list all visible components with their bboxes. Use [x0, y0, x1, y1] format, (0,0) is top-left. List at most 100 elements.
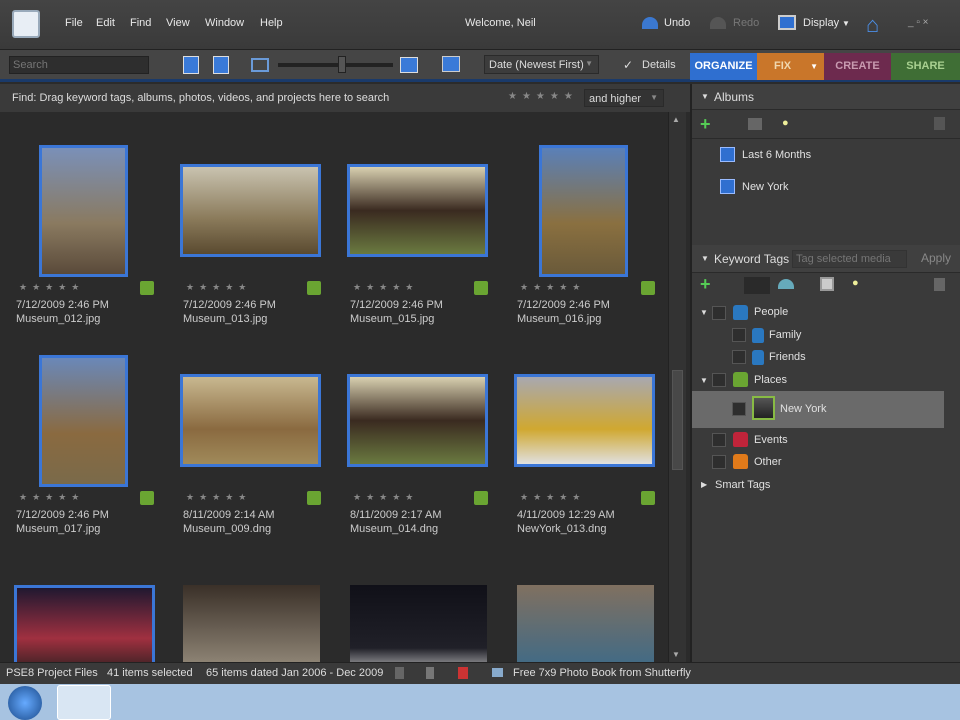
menu-edit[interactable]: Edit — [96, 17, 115, 29]
small-thumbnails-icon[interactable] — [251, 58, 269, 72]
tag-places[interactable]: Places — [754, 374, 787, 386]
menu-window[interactable]: Window — [205, 17, 244, 29]
rating-stars[interactable]: ★★★★★ — [19, 492, 84, 503]
tag-people[interactable]: People — [754, 306, 788, 318]
photo-thumbnail[interactable] — [39, 145, 128, 277]
search-input[interactable] — [9, 56, 149, 74]
undo-button[interactable]: Undo — [664, 17, 690, 29]
trash-icon[interactable] — [934, 278, 945, 291]
tag-friends[interactable]: Friends — [769, 351, 806, 363]
rating-filter-stars[interactable]: ★★★★★ — [508, 91, 578, 102]
details-checkbox[interactable]: ✓ — [623, 58, 633, 72]
checkbox[interactable] — [712, 373, 726, 387]
add-tag-icon[interactable]: + — [700, 274, 711, 295]
catalog-name[interactable]: PSE8 Project Files — [6, 663, 98, 683]
app-icon[interactable] — [12, 10, 40, 38]
photo-thumbnail[interactable] — [514, 374, 655, 467]
checkbox[interactable] — [712, 306, 726, 320]
tab-organize[interactable]: ORGANIZE — [690, 53, 757, 80]
calendar-icon[interactable] — [458, 667, 468, 679]
mail-icon[interactable] — [492, 668, 503, 677]
promo-link[interactable]: Free 7x9 Photo Book from Shutterfly — [513, 663, 691, 683]
menu-view[interactable]: View — [166, 17, 190, 29]
tab-create[interactable]: CREATE — [824, 53, 891, 80]
rating-stars[interactable]: ★★★★★ — [19, 282, 84, 293]
checkbox[interactable] — [712, 455, 726, 469]
lightbulb-icon[interactable]: ● — [782, 117, 789, 129]
albums-header[interactable]: ▼ Albums — [692, 84, 960, 110]
expand-icon[interactable]: ▼ — [700, 308, 708, 317]
album-new-york[interactable]: New York — [742, 181, 788, 193]
album-last-6-months[interactable]: Last 6 Months — [742, 149, 811, 161]
photo-thumbnail[interactable] — [183, 585, 320, 662]
rotate-left-icon[interactable] — [183, 56, 199, 74]
photo-thumbnail[interactable] — [14, 585, 155, 662]
tag-family[interactable]: Family — [769, 329, 801, 341]
photo-thumbnail[interactable] — [347, 374, 488, 467]
menu-file[interactable]: File — [65, 17, 83, 29]
rating-stars[interactable]: ★★★★★ — [353, 282, 418, 293]
photo-filename: Museum_016.jpg — [517, 313, 602, 325]
photo-thumbnail[interactable] — [517, 585, 654, 662]
window-controls[interactable]: _ ▫ × — [908, 17, 929, 28]
scroll-down-icon[interactable]: ▼ — [672, 650, 680, 659]
grid-scrollbar[interactable]: ▲ ▼ — [668, 112, 686, 662]
menu-help[interactable]: Help — [260, 17, 283, 29]
chevron-down-icon: ▼ — [650, 93, 658, 102]
photo-thumbnail[interactable] — [539, 145, 628, 277]
photo-thumbnail[interactable] — [39, 355, 128, 487]
edit-album-icon[interactable] — [748, 118, 762, 130]
slideshow-icon[interactable] — [442, 56, 460, 72]
slider-handle[interactable] — [338, 56, 346, 73]
date-range[interactable]: 65 items dated Jan 2006 - Dec 2009 — [206, 663, 383, 683]
battery-icon[interactable] — [426, 667, 434, 679]
scroll-up-icon[interactable]: ▲ — [672, 115, 680, 124]
display-dropdown-icon[interactable]: ▼ — [842, 19, 850, 28]
photo-thumbnail[interactable] — [180, 164, 321, 257]
rating-stars[interactable]: ★★★★★ — [186, 282, 251, 293]
tag-new-york-row[interactable]: New York — [692, 391, 944, 428]
tag-view-icon[interactable] — [744, 277, 770, 294]
tag-events[interactable]: Events — [754, 434, 788, 446]
file-icon[interactable] — [395, 667, 404, 679]
start-button[interactable] — [8, 686, 42, 720]
rating-stars[interactable]: ★★★★★ — [520, 492, 585, 503]
sort-dropdown[interactable]: Date (Newest First) ▼ — [484, 55, 599, 74]
apply-button[interactable]: Apply — [921, 251, 951, 265]
photo-thumbnail[interactable] — [350, 585, 487, 662]
photo-thumbnail[interactable] — [180, 374, 321, 467]
tag-selected-media-input[interactable] — [792, 250, 907, 268]
expand-icon[interactable]: ▼ — [700, 376, 708, 385]
home-icon[interactable]: ⌂ — [866, 12, 879, 38]
face-tag-icon[interactable] — [820, 277, 834, 291]
checkbox[interactable] — [712, 433, 726, 447]
expand-right-icon[interactable]: ▶ — [701, 480, 707, 489]
large-thumbnails-icon[interactable] — [400, 57, 418, 73]
tab-share[interactable]: SHARE — [891, 53, 960, 80]
checkbox[interactable] — [732, 350, 746, 364]
rating-stars[interactable]: ★★★★★ — [186, 492, 251, 503]
rating-stars[interactable]: ★★★★★ — [520, 282, 585, 293]
menu-find[interactable]: Find — [130, 17, 151, 29]
rotate-right-icon[interactable] — [213, 56, 229, 74]
thumbnail-size-slider[interactable] — [278, 63, 393, 67]
trash-icon[interactable] — [934, 117, 945, 130]
taskbar-app-button[interactable] — [57, 685, 111, 720]
tag-other[interactable]: Other — [754, 456, 782, 468]
tab-fix[interactable]: FIX ▼ — [757, 53, 824, 80]
tag-smart-tags[interactable]: Smart Tags — [715, 479, 770, 491]
rating-stars[interactable]: ★★★★★ — [353, 492, 418, 503]
checkbox[interactable] — [732, 328, 746, 342]
scroll-thumb[interactable] — [672, 370, 683, 470]
rating-filter-dropdown[interactable]: and higher ▼ — [584, 89, 664, 107]
add-album-icon[interactable]: + — [700, 114, 711, 135]
lightbulb-icon[interactable]: ● — [852, 277, 859, 289]
find-bar[interactable]: Find: Drag keyword tags, albums, photos,… — [0, 84, 690, 112]
redo-button[interactable]: Redo — [733, 17, 759, 29]
photo-thumbnail[interactable] — [347, 164, 488, 257]
photo-date: 7/12/2009 2:46 PM — [183, 299, 276, 311]
checkbox[interactable] — [732, 402, 746, 416]
umbrella-icon[interactable] — [778, 279, 794, 289]
display-button[interactable]: Display — [803, 17, 839, 29]
fix-dropdown-icon[interactable]: ▼ — [810, 53, 818, 80]
